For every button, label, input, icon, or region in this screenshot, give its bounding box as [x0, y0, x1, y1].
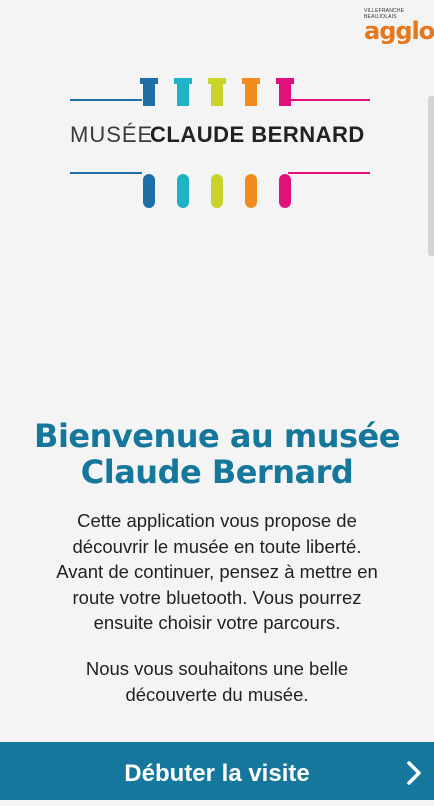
welcome-title-line-2: Claude Bernard	[80, 453, 354, 491]
wish-line: Nous vous souhaitons une belle	[85, 658, 349, 679]
welcome-title: Bienvenue au musée Claude Bernard	[0, 418, 434, 490]
logo-text-musee: MUSÉE	[70, 122, 153, 147]
tube-cap	[242, 78, 260, 84]
tube-cap	[276, 78, 294, 84]
intro-line: route votre bluetooth. Vous pourrez	[72, 586, 362, 608]
intro-line: Cette application vous propose de	[77, 510, 357, 531]
tube-cap	[140, 78, 158, 84]
tube-lower	[245, 174, 257, 208]
start-visit-label: Débuter la visite	[124, 760, 310, 787]
edge-panel-handle[interactable]	[428, 96, 434, 256]
agglo-big-text: agglo	[364, 17, 434, 45]
tube-cap	[174, 78, 192, 84]
chevron-right-icon	[407, 761, 421, 785]
tube-lower	[143, 174, 155, 208]
welcome-title-line-1: Bienvenue au musée	[34, 417, 400, 455]
tube-lower	[211, 174, 223, 208]
start-visit-button[interactable]: Débuter la visite	[0, 742, 434, 800]
intro-line: ensuite choisir votre parcours.	[93, 612, 341, 633]
agglo-logo: VILLEFRANCHE BEAUJOLAIS agglo	[364, 8, 434, 48]
tube-upper	[279, 84, 291, 106]
intro-line: Avant de continuer, pensez à mettre en	[56, 561, 378, 582]
intro-paragraph: Cette application vous propose de découv…	[0, 508, 434, 636]
wish-line: découverte du musée.	[125, 683, 309, 705]
museum-logo: MUSÉE CLAUDE BERNARD	[70, 78, 370, 214]
tube-upper	[211, 84, 223, 106]
logo-text-claude-bernard: CLAUDE BERNARD	[150, 122, 365, 147]
tube-upper	[143, 84, 155, 106]
intro-line: découvrir le musée en toute liberté.	[72, 535, 362, 557]
tube-cap	[208, 78, 226, 84]
wish-paragraph: Nous vous souhaitons une belle découvert…	[0, 656, 434, 707]
tube-upper	[245, 84, 257, 106]
tube-lower	[177, 174, 189, 208]
tube-lower	[279, 174, 291, 208]
tube-upper	[177, 84, 189, 106]
